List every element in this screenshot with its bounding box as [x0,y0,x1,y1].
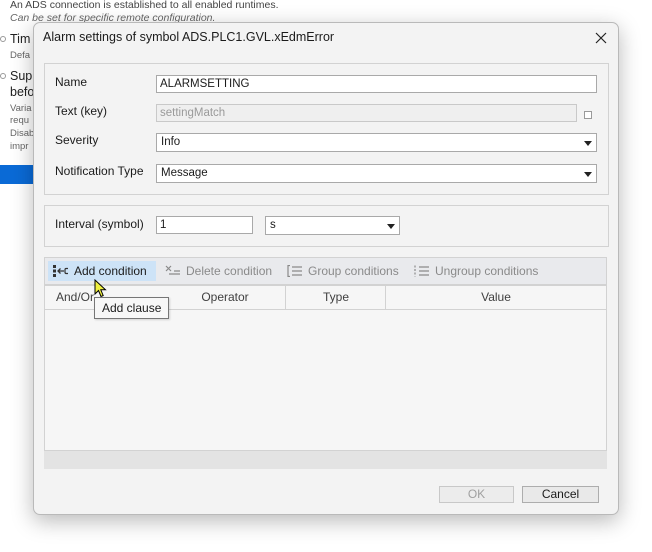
bg-setting-sub: Disab [10,128,35,139]
interval-label: Interval (symbol) [55,217,144,231]
bg-setting-title: befo [10,85,35,99]
delete-condition-button[interactable]: Delete condition [160,261,277,281]
severity-value: Info [161,136,181,148]
interval-unit-value: s [270,219,276,231]
delete-condition-label: Delete condition [186,264,273,278]
dialog-titlebar[interactable]: Alarm settings of symbol ADS.PLC1.GVL.xE… [34,23,618,53]
interval-group: Interval (symbol) s [44,205,609,247]
alarm-settings-dialog: Alarm settings of symbol ADS.PLC1.GVL.xE… [33,22,619,515]
text-key-input [156,104,577,122]
delete-condition-icon [165,265,180,275]
close-button[interactable] [589,27,613,49]
close-icon [595,32,607,44]
group-conditions-icon [287,265,302,277]
text-key-label: Text (key) [55,104,108,118]
chevron-down-icon [387,224,395,229]
add-condition-button[interactable]: Add condition [48,261,156,281]
chevron-down-icon [584,141,592,146]
radio-icon [0,36,6,42]
column-value[interactable]: Value [386,286,606,309]
ungroup-conditions-button[interactable]: Ungroup conditions [409,261,543,281]
add-condition-icon [53,265,68,277]
interval-input[interactable] [156,216,253,234]
notification-type-label: Notification Type [55,164,144,178]
ungroup-conditions-icon [414,265,429,277]
radio-icon [0,73,6,79]
bg-setting-sub: Defa [10,50,31,61]
bg-info-text: An ADS connection is established to all … [10,0,279,11]
ok-button[interactable]: OK [439,486,514,503]
bg-setting-sub: Varia [10,103,32,114]
text-key-checkbox[interactable] [584,111,592,119]
properties-group: Name Text (key) Severity Info Notificati… [44,63,609,195]
group-conditions-label: Group conditions [308,264,399,278]
grid-horizontal-scrollbar[interactable] [44,451,607,469]
tooltip: Add clause [94,297,170,319]
column-operator[interactable]: Operator [165,286,285,309]
conditions-toolbar: Add condition Delete condition Group con… [44,257,607,285]
interval-unit-select[interactable]: s [265,216,400,235]
severity-label: Severity [55,133,99,147]
bg-setting-sub: impr [10,141,29,152]
mouse-cursor-icon [94,279,107,298]
bg-selection-bar [0,165,34,184]
notification-type-select[interactable]: Message [156,164,597,183]
bg-setting-title: Tim [10,32,31,46]
name-label: Name [55,75,88,89]
cancel-button[interactable]: Cancel [522,486,599,503]
group-conditions-button[interactable]: Group conditions [282,261,404,281]
name-input[interactable] [156,75,597,93]
notification-type-value: Message [161,167,208,179]
column-type[interactable]: Type [286,286,386,309]
add-condition-label: Add condition [74,264,147,278]
ungroup-conditions-label: Ungroup conditions [435,264,539,278]
severity-select[interactable]: Info [156,133,597,152]
dialog-title: Alarm settings of symbol ADS.PLC1.GVL.xE… [43,30,335,44]
bg-setting-sub: requ [10,115,30,126]
chevron-down-icon [584,172,592,177]
